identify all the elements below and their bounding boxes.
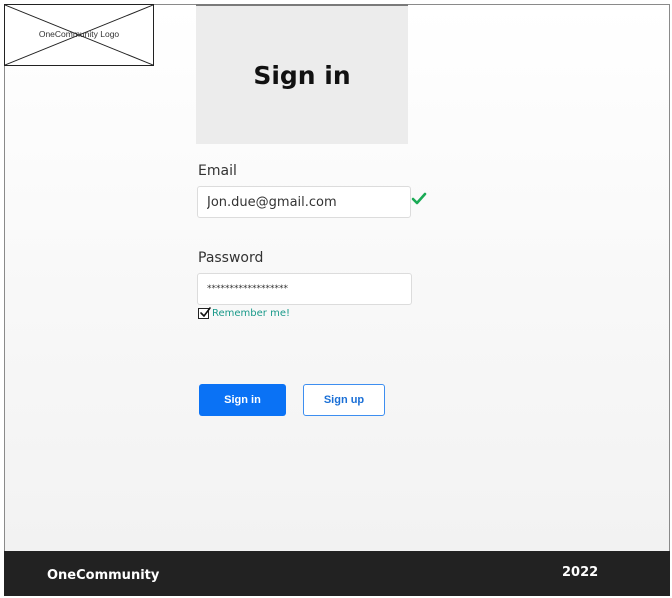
- checkmark-icon: [411, 192, 427, 205]
- password-field[interactable]: [197, 273, 412, 305]
- page-title: Sign in: [253, 60, 351, 90]
- email-field[interactable]: [197, 186, 411, 218]
- remember-me[interactable]: Remember me!: [198, 307, 290, 319]
- remember-label: Remember me!: [212, 308, 290, 319]
- password-label: Password: [198, 250, 264, 266]
- email-label: Email: [198, 163, 237, 179]
- remember-checkbox[interactable]: [198, 307, 211, 319]
- footer-brand: OneCommunity: [47, 568, 160, 583]
- logo-text: OneCommunity Logo: [38, 29, 120, 39]
- sign-in-button[interactable]: Sign in: [199, 384, 286, 416]
- footer: OneCommunity 2022: [4, 551, 670, 596]
- title-banner: Sign in: [196, 4, 408, 144]
- logo-placeholder[interactable]: OneCommunity Logo: [4, 4, 154, 66]
- sign-up-button[interactable]: Sign up: [303, 384, 385, 416]
- checkbox-check-icon: [200, 307, 211, 317]
- footer-year: 2022: [562, 565, 599, 580]
